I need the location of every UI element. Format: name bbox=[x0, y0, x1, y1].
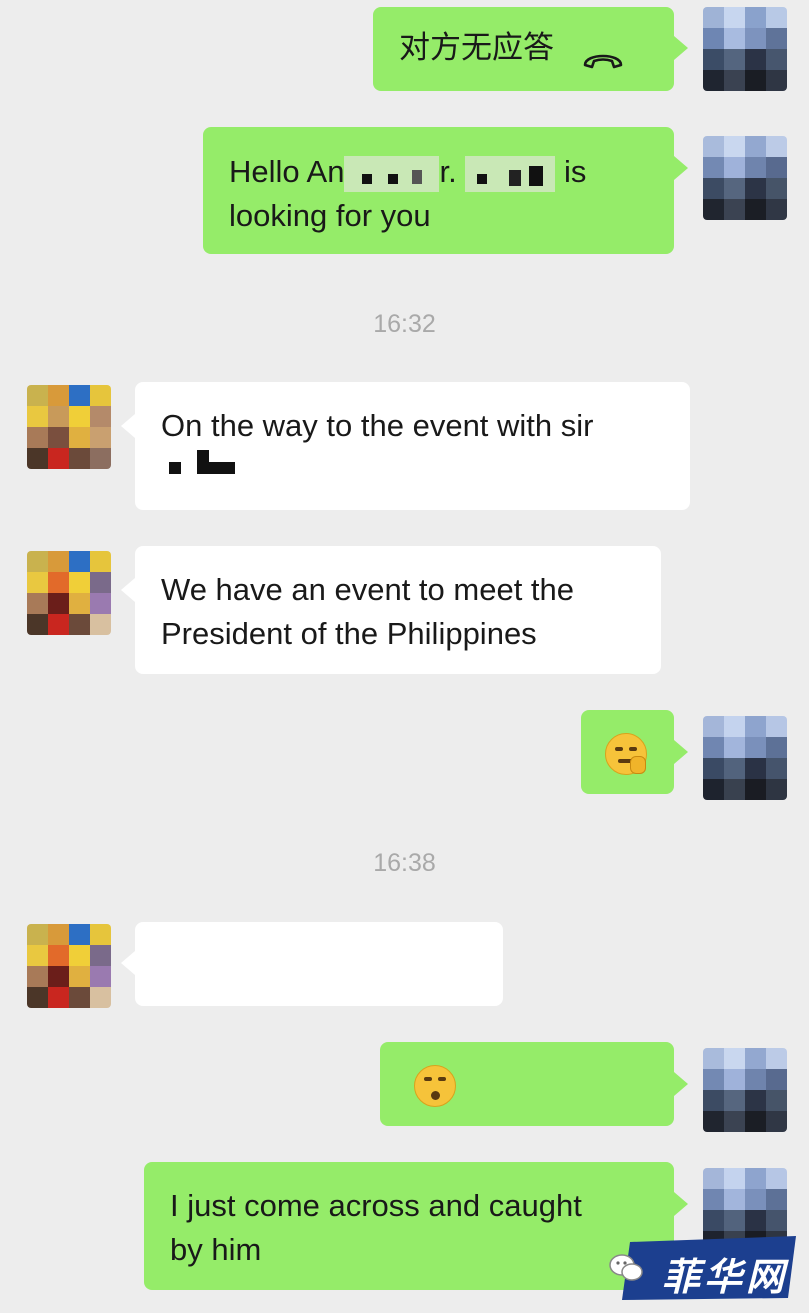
message-bubble-anything[interactable] bbox=[135, 922, 503, 1006]
redaction-block bbox=[465, 155, 556, 192]
wechat-icon bbox=[608, 1252, 644, 1289]
message-bubble-event[interactable]: We have an event to meet the President o… bbox=[135, 546, 661, 674]
call-status-text: 对方无应答 bbox=[399, 30, 554, 65]
my-avatar[interactable] bbox=[703, 1048, 787, 1132]
redaction-block bbox=[344, 155, 440, 192]
bubble-tail bbox=[674, 1192, 688, 1216]
caught-line-2: by him bbox=[170, 1232, 262, 1267]
hello-text-end: is bbox=[563, 154, 587, 189]
phone-hangup-icon bbox=[581, 39, 625, 69]
message-bubble-call-status[interactable]: 对方无应答 bbox=[373, 7, 674, 91]
watermark-text: 菲华网 bbox=[662, 1257, 789, 1299]
my-avatar[interactable] bbox=[703, 136, 787, 220]
event-line-1: We have an event to meet the bbox=[161, 572, 575, 607]
redaction-block bbox=[161, 448, 690, 492]
message-bubble-hello[interactable]: Hello An r. is looking for you bbox=[203, 127, 674, 254]
my-avatar[interactable] bbox=[703, 716, 787, 800]
bubble-tail bbox=[674, 1072, 688, 1096]
bubble-tail bbox=[674, 740, 688, 764]
message-bubble-caught[interactable]: I just come across and caught by him bbox=[144, 1162, 674, 1290]
message-bubble-dont-know[interactable] bbox=[380, 1042, 674, 1126]
message-bubble-emoji[interactable] bbox=[581, 710, 674, 794]
hushed-emoji-icon bbox=[414, 1064, 456, 1107]
hello-text-mid: r. bbox=[439, 154, 457, 189]
hello-line-2: looking for you bbox=[229, 198, 431, 233]
bubble-tail bbox=[674, 36, 688, 60]
contact-avatar[interactable] bbox=[27, 924, 111, 1008]
hello-text-start: Hello An bbox=[229, 154, 345, 189]
hello-line-1: Hello An r. is bbox=[229, 150, 674, 194]
my-avatar[interactable] bbox=[703, 7, 787, 91]
caught-line-1: I just come across and caught bbox=[170, 1188, 582, 1223]
bubble-tail bbox=[121, 578, 135, 602]
watermark: 菲华网 bbox=[600, 1232, 800, 1304]
message-bubble-on-the-way[interactable]: On the way to the event with sir bbox=[135, 382, 690, 510]
on-the-way-line-1: On the way to the event with sir bbox=[161, 408, 594, 443]
bubble-tail bbox=[121, 414, 135, 438]
bubble-tail bbox=[121, 951, 135, 975]
event-line-2: President of the Philippines bbox=[161, 616, 537, 651]
contact-avatar[interactable] bbox=[27, 551, 111, 635]
timestamp: 16:38 bbox=[373, 849, 436, 877]
bubble-tail bbox=[674, 156, 688, 180]
timestamp: 16:32 bbox=[373, 310, 436, 338]
contact-avatar[interactable] bbox=[27, 385, 111, 469]
smirk-emoji-icon bbox=[605, 732, 647, 775]
